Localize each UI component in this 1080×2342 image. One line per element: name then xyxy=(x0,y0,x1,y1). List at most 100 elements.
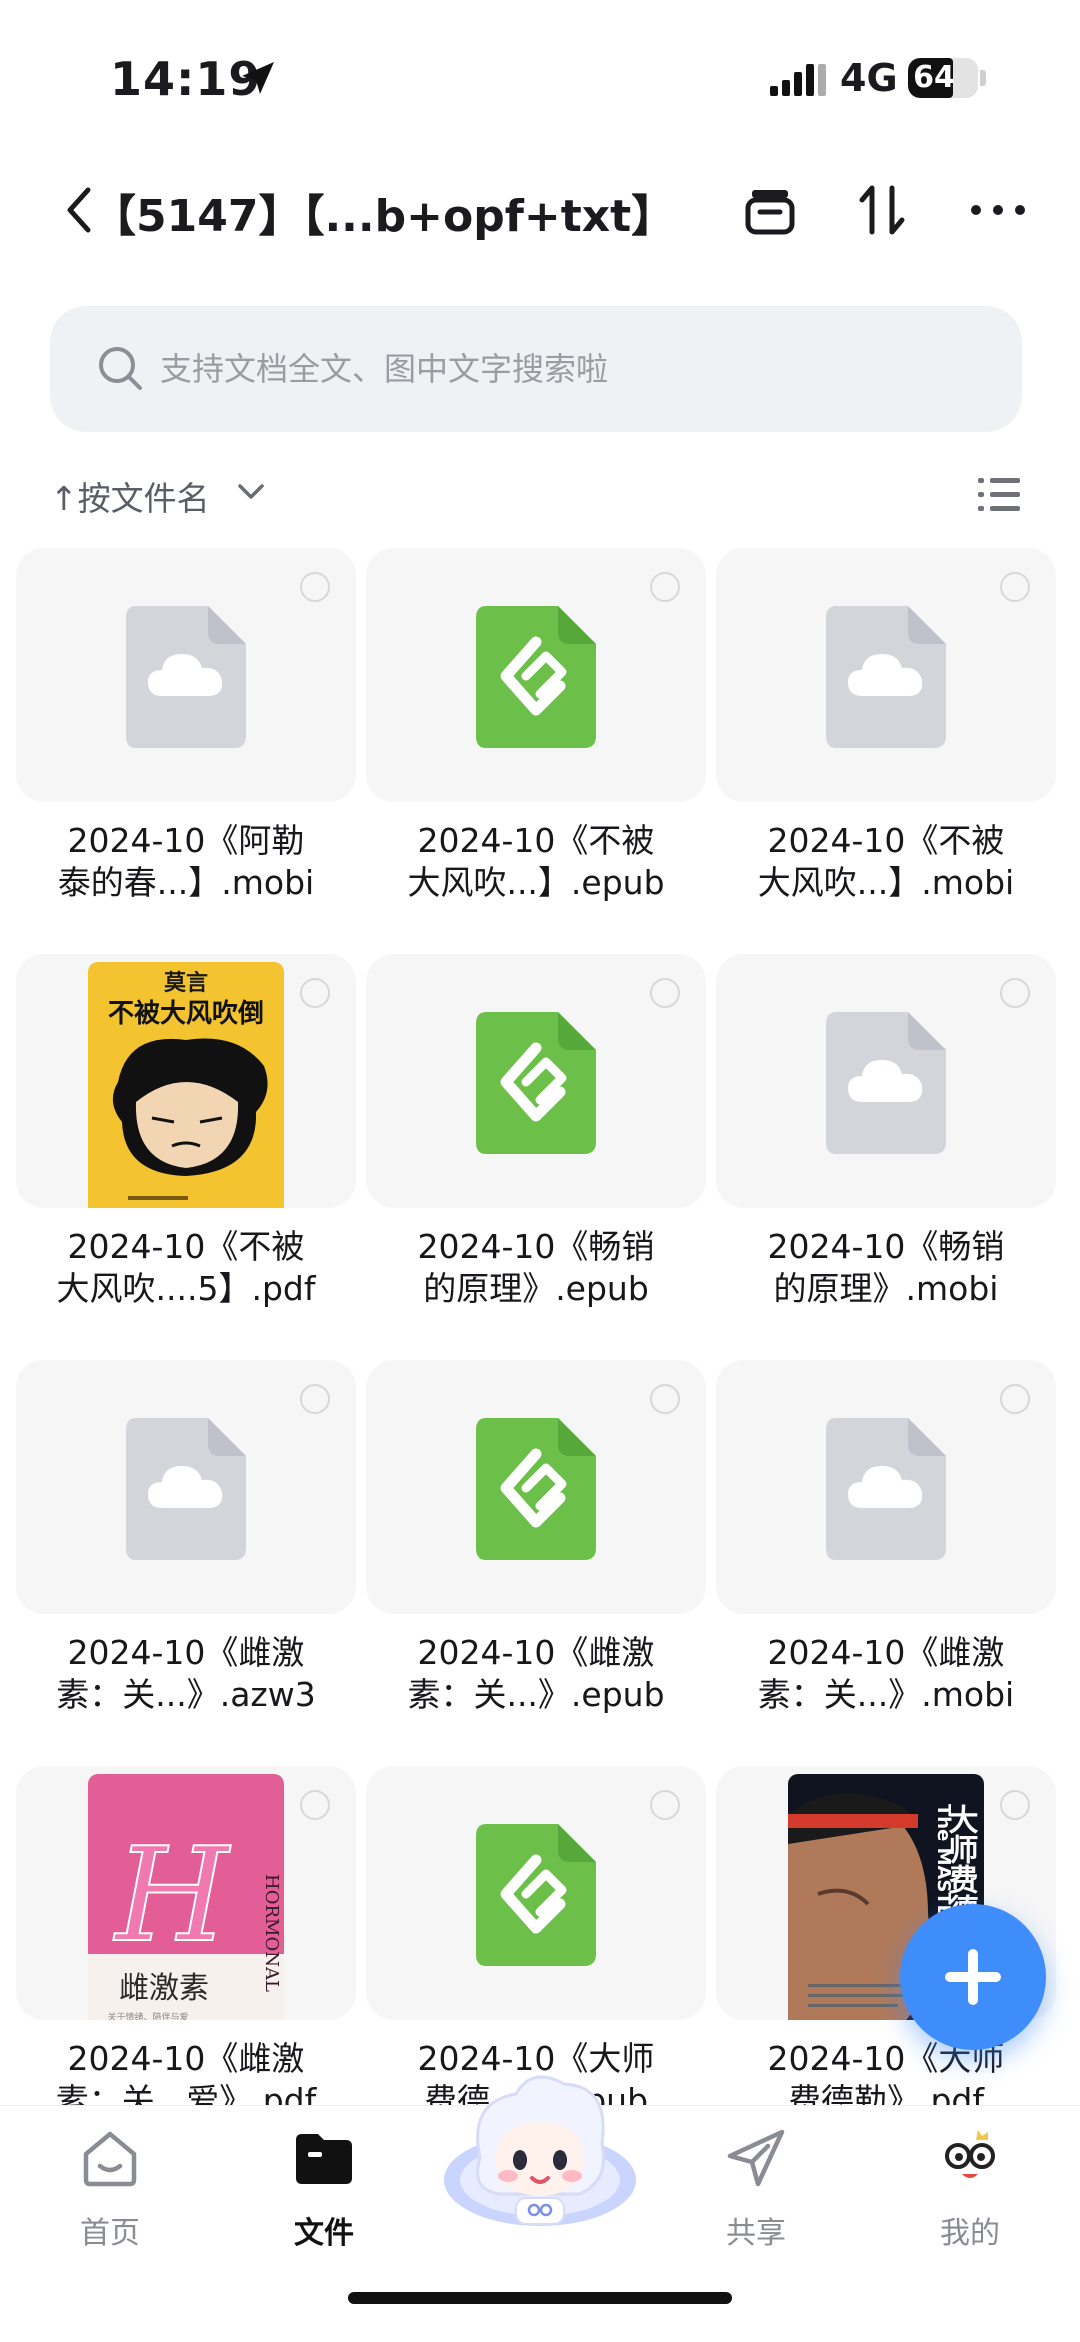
file-name-line2: 的原理》.epub xyxy=(423,1269,649,1308)
select-checkbox[interactable] xyxy=(650,1790,680,1820)
chevron-down-icon[interactable] xyxy=(236,480,266,504)
location-arrow-icon xyxy=(242,62,274,94)
file-grid: 2024-10《阿勒 泰的春...】.mobi 2024-10《不被 大风吹...】… xyxy=(16,548,1064,2108)
book-cover-image: 莫言 不被大风吹倒 xyxy=(88,962,284,1208)
tab-home-label: 首页 xyxy=(80,2216,140,2251)
select-checkbox[interactable] xyxy=(1000,978,1030,1008)
file-name: 2024-10《大师 费德勒》.pdf xyxy=(716,2038,1056,2108)
svg-text:The MASTE: The MASTE xyxy=(933,1804,954,1917)
file-item[interactable]: 2024-10《不被 大风吹...】.mobi xyxy=(716,548,1056,948)
battery-nub xyxy=(980,70,986,86)
epub-icon xyxy=(474,1416,598,1566)
file-thumbnail[interactable] xyxy=(716,548,1056,802)
file-name-line1: 2024-10《不被 xyxy=(67,1227,305,1266)
select-checkbox[interactable] xyxy=(650,572,680,602)
tab-share-label: 共享 xyxy=(726,2216,786,2251)
header: 【5147】【...b+opf+txt】 xyxy=(0,160,1080,260)
file-name-line2: 素：关...》.epub xyxy=(407,1675,665,1714)
epub-icon xyxy=(474,1010,598,1160)
select-checkbox[interactable] xyxy=(1000,572,1030,602)
file-name: 2024-10《不被 大风吹....5】.pdf xyxy=(16,1226,356,1310)
home-icon xyxy=(83,2131,137,2187)
list-view-icon[interactable] xyxy=(976,472,1022,516)
file-item[interactable]: 2024-10《大师费德...》.epub xyxy=(366,1766,706,2108)
tab-home[interactable]: 首页 xyxy=(40,2126,180,2266)
file-item[interactable]: 2024-10《不被 大风吹...】.epub xyxy=(366,548,706,948)
file-item[interactable]: 2024-10《雌激 素：关...》.mobi xyxy=(716,1360,1056,1760)
sort-bar: ↑按文件名 xyxy=(50,466,1022,526)
select-checkbox[interactable] xyxy=(300,1384,330,1414)
file-thumbnail[interactable] xyxy=(366,1360,706,1614)
file-item[interactable]: 2024-10《畅销 的原理》.mobi xyxy=(716,954,1056,1354)
file-name-line1: 2024-10《雌激 xyxy=(417,1633,655,1672)
folder-title: 【5147】【...b+opf+txt】 xyxy=(92,191,676,242)
file-name-line1: 2024-10《不被 xyxy=(417,821,655,860)
file-thumbnail[interactable] xyxy=(716,954,1056,1208)
select-checkbox[interactable] xyxy=(650,978,680,1008)
file-thumbnail[interactable] xyxy=(716,1360,1056,1614)
book-cover-image: H HORMONAL 雌激素 关于情绪、陪伴与爱 xyxy=(88,1774,284,2020)
file-name-line1: 2024-10《畅销 xyxy=(767,1227,1005,1266)
file-name-line2: 的原理》.mobi xyxy=(773,1269,999,1308)
tab-mine[interactable]: 我的 xyxy=(900,2126,1040,2266)
file-name: 2024-10《不被 大风吹...】.epub xyxy=(366,820,706,904)
epub-icon xyxy=(474,1822,598,1972)
file-name-line1: 2024-10《雌激 xyxy=(67,1633,305,1672)
file-item[interactable]: 2024-10《雌激 素：关...》.epub xyxy=(366,1360,706,1760)
svg-text:莫言: 莫言 xyxy=(164,970,208,996)
search-input[interactable]: 支持文档全文、图中文字搜索啦 xyxy=(50,306,1022,432)
file-item[interactable]: 莫言 不被大风吹倒 2024-10《不被 大风吹....5】.pdf xyxy=(16,954,356,1354)
file-thumbnail[interactable] xyxy=(16,548,356,802)
svg-text:雌激素: 雌激素 xyxy=(119,1971,209,2006)
file-name-line1: 2024-10《阿勒 xyxy=(67,821,305,860)
file-name-line2: 素：关...》.azw3 xyxy=(56,1675,316,1714)
file-item[interactable]: 2024-10《畅销 的原理》.epub xyxy=(366,954,706,1354)
file-name: 2024-10《阿勒 泰的春...】.mobi xyxy=(16,820,356,904)
file-name-line2: 大风吹....5】.pdf xyxy=(56,1269,316,1308)
file-item[interactable]: 2024-10《阿勒 泰的春...】.mobi xyxy=(16,548,356,948)
signal-icon xyxy=(770,64,826,96)
file-name: 2024-10《雌激 素：关...》.azw3 xyxy=(16,1632,356,1716)
file-name-line1: 2024-10《不被 xyxy=(767,821,1005,860)
search-icon xyxy=(99,347,142,390)
tab-files[interactable]: 文件 xyxy=(254,2126,394,2266)
archive-icon[interactable] xyxy=(738,178,802,242)
file-name-line2: 大风吹...】.mobi xyxy=(757,863,1015,902)
sort-swap-icon[interactable] xyxy=(850,178,914,242)
avatar-face-icon xyxy=(945,2130,995,2178)
file-item[interactable]: H HORMONAL 雌激素 关于情绪、陪伴与爱 2024-10《雌激素：关..… xyxy=(16,1766,356,2108)
file-thumbnail[interactable] xyxy=(366,954,706,1208)
select-checkbox[interactable] xyxy=(300,1790,330,1820)
file-thumbnail[interactable]: H HORMONAL 雌激素 关于情绪、陪伴与爱 xyxy=(16,1766,356,2020)
svg-text:H: H xyxy=(113,1819,231,1971)
sort-by-name-button[interactable]: ↑按文件名 xyxy=(50,472,210,520)
file-name: 2024-10《畅销 的原理》.epub xyxy=(366,1226,706,1310)
mascot-icon[interactable] xyxy=(440,2062,640,2232)
battery-level: 64 xyxy=(913,60,955,95)
file-thumbnail[interactable]: 莫言 不被大风吹倒 xyxy=(16,954,356,1208)
cloud-file-icon xyxy=(824,1416,948,1566)
file-item[interactable]: 2024-10《雌激 素：关...》.azw3 xyxy=(16,1360,356,1760)
file-name-line2: 泰的春...】.mobi xyxy=(57,863,315,902)
file-name: 2024-10《不被 大风吹...】.mobi xyxy=(716,820,1056,904)
file-name-line1: 2024-10《大师 xyxy=(767,2039,1005,2078)
file-name-line1: 2024-10《雌激 xyxy=(67,2039,305,2078)
more-icon[interactable] xyxy=(966,178,1030,242)
select-checkbox[interactable] xyxy=(300,572,330,602)
file-name-line2: 素：关...》.mobi xyxy=(757,1675,1015,1714)
file-thumbnail[interactable] xyxy=(16,1360,356,1614)
select-checkbox[interactable] xyxy=(1000,1384,1030,1414)
search-placeholder: 支持文档全文、图中文字搜索啦 xyxy=(160,350,609,388)
file-name-line1: 2024-10《畅销 xyxy=(417,1227,655,1266)
tab-share[interactable]: 共享 xyxy=(686,2126,826,2266)
file-name: 2024-10《雌激 素：关...》.epub xyxy=(366,1632,706,1716)
home-indicator xyxy=(348,2292,732,2304)
file-thumbnail[interactable] xyxy=(366,1766,706,2020)
file-thumbnail[interactable] xyxy=(366,548,706,802)
add-button[interactable] xyxy=(900,1904,1046,2050)
select-checkbox[interactable] xyxy=(1000,1790,1030,1820)
svg-text:不被大风吹倒: 不被大风吹倒 xyxy=(108,999,264,1029)
file-name-line2: 素：关...爱》.pdf xyxy=(55,2081,317,2108)
select-checkbox[interactable] xyxy=(300,978,330,1008)
select-checkbox[interactable] xyxy=(650,1384,680,1414)
